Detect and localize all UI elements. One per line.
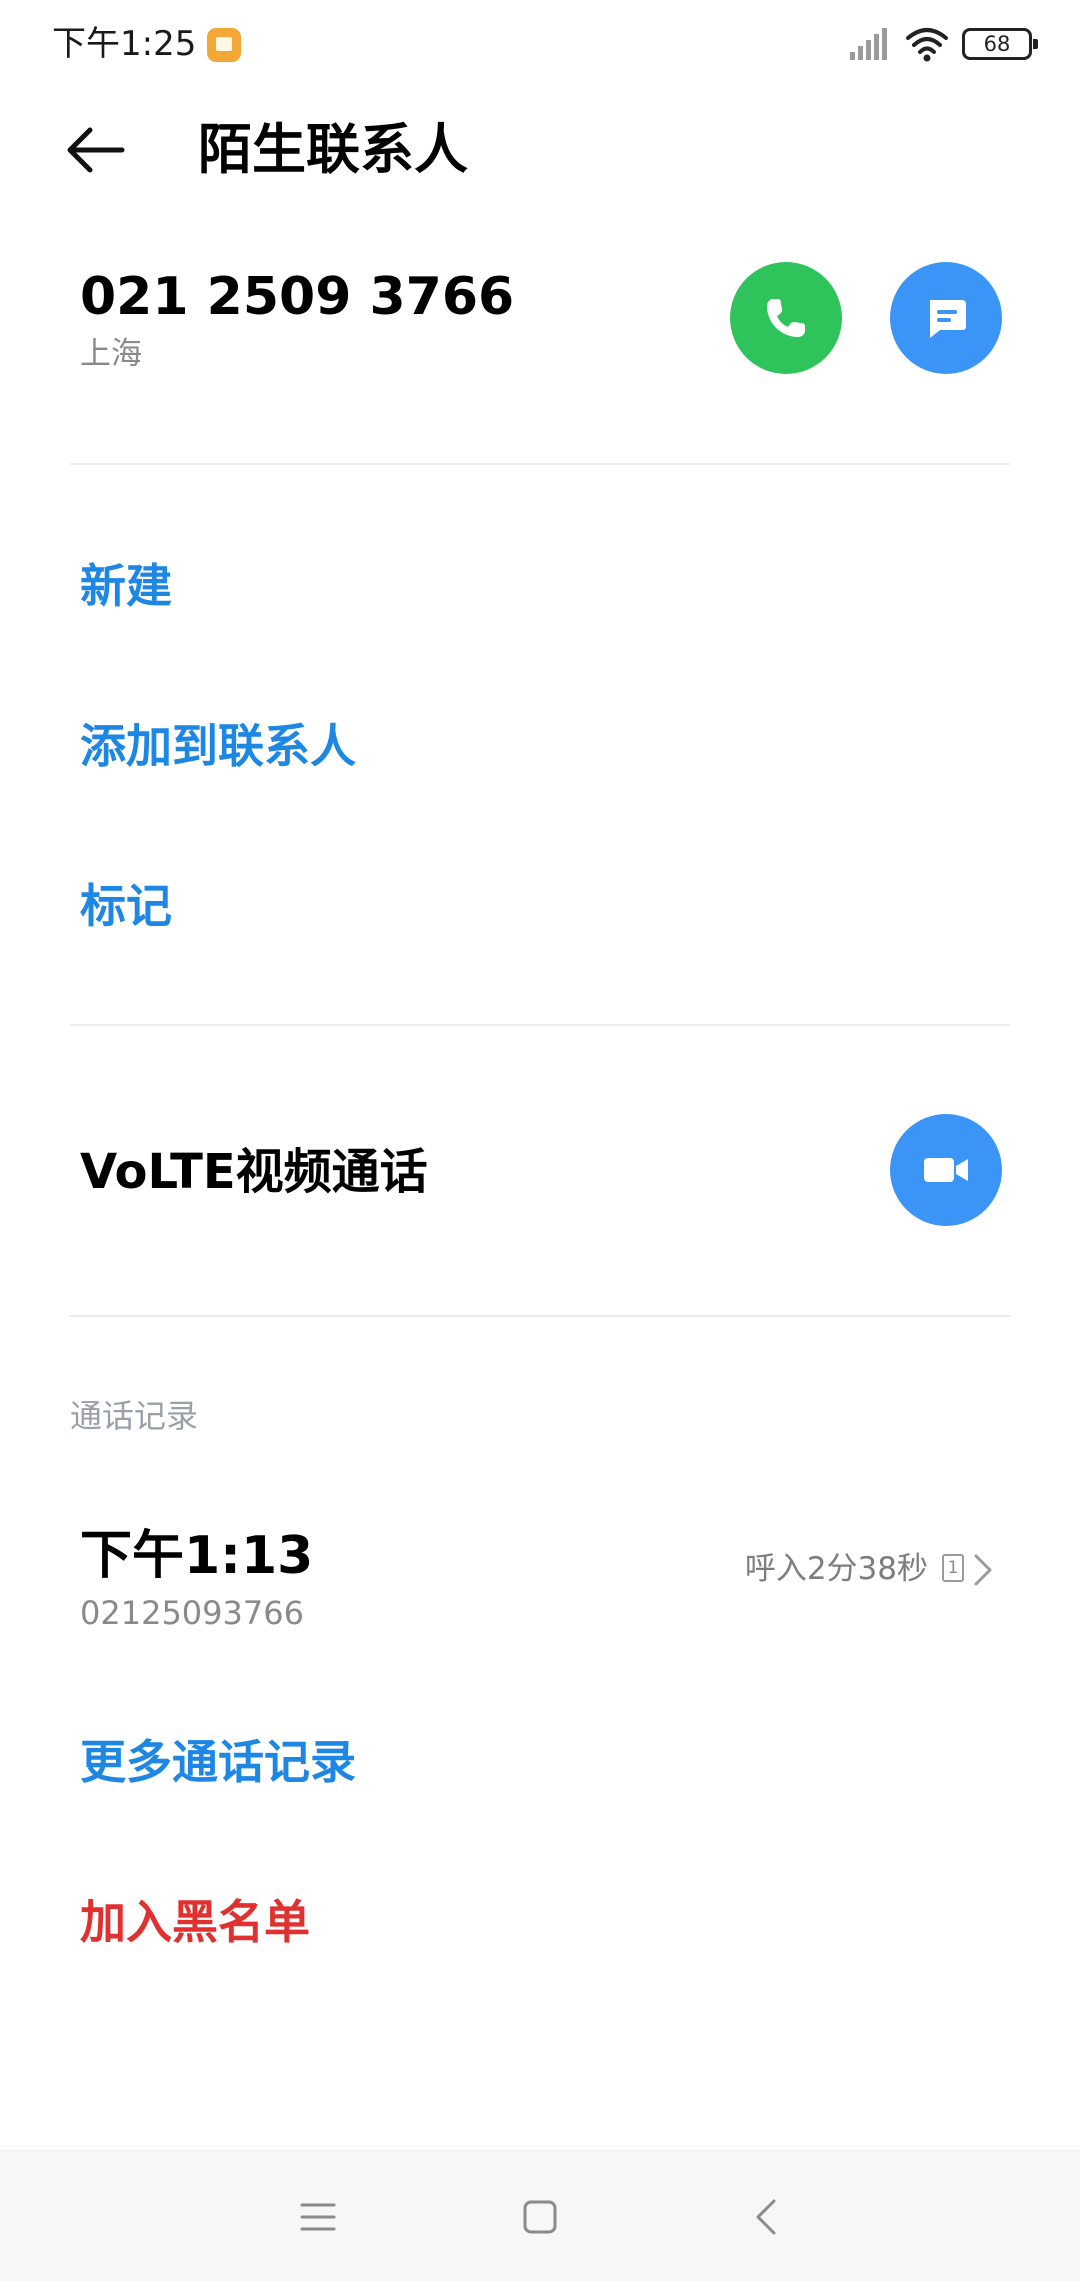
call-log-time: 下午1:13 xyxy=(80,1526,314,1586)
add-to-contacts-link[interactable]: 添加到联系人 xyxy=(80,714,356,778)
divider xyxy=(70,1315,1010,1317)
menu-icon[interactable] xyxy=(296,2195,340,2239)
status-time: 下午1:25 xyxy=(52,24,197,64)
phone-icon xyxy=(767,299,805,337)
chevron-right-icon xyxy=(974,1554,992,1586)
new-contact-link[interactable]: 新建 xyxy=(80,554,172,618)
back-arrow-icon[interactable] xyxy=(62,116,130,184)
volte-video-call-label: VoLTE视频通话 xyxy=(80,1144,428,1200)
call-log-header: 通话记录 xyxy=(70,1397,199,1435)
call-log-number: 02125093766 xyxy=(80,1594,304,1632)
battery-icon: 68 xyxy=(962,28,1038,60)
back-icon[interactable] xyxy=(746,2195,790,2239)
mark-link[interactable]: 标记 xyxy=(80,874,172,938)
divider xyxy=(70,1024,1010,1026)
battery-level: 68 xyxy=(983,32,1011,56)
caller-number: 021 2509 3766 xyxy=(80,267,515,327)
more-call-log-link[interactable]: 更多通话记录 xyxy=(80,1730,356,1794)
wifi-icon xyxy=(906,28,948,62)
sim-badge: 1 xyxy=(942,1554,964,1582)
message-icon xyxy=(930,300,966,338)
call-log-detail: 呼入2分38秒 xyxy=(744,1551,928,1587)
call-button[interactable] xyxy=(730,262,842,374)
caller-location: 上海 xyxy=(80,336,142,372)
app-notification-icon xyxy=(207,28,241,62)
home-icon[interactable] xyxy=(518,2195,562,2239)
navigation-bar xyxy=(0,2150,1080,2281)
add-to-blacklist-link[interactable]: 加入黑名单 xyxy=(80,1890,310,1954)
call-log-entry[interactable]: 下午1:13 02125093766 呼入2分38秒 1 xyxy=(70,1510,1010,1640)
divider xyxy=(70,463,1010,465)
signal-icon xyxy=(850,28,887,60)
message-button[interactable] xyxy=(890,262,1002,374)
page-title: 陌生联系人 xyxy=(198,118,468,181)
video-camera-icon xyxy=(924,1158,968,1182)
video-call-button[interactable] xyxy=(890,1114,1002,1226)
